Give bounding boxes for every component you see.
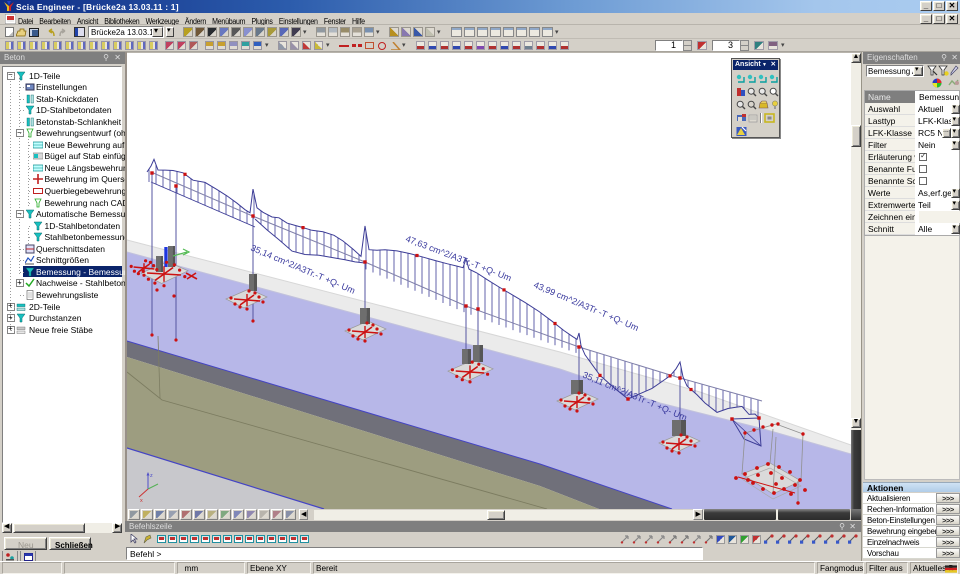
svg-text:x: x bbox=[140, 498, 143, 504]
svg-text:47,63 cm^2/A3Tr.-T +Q- Um: 47,63 cm^2/A3Tr.-T +Q- Um bbox=[404, 234, 513, 284]
svg-text:43,99 cm^2/A3Tr -T +Q- Um: 43,99 cm^2/A3Tr -T +Q- Um bbox=[532, 280, 640, 333]
svg-text:z: z bbox=[150, 473, 153, 479]
